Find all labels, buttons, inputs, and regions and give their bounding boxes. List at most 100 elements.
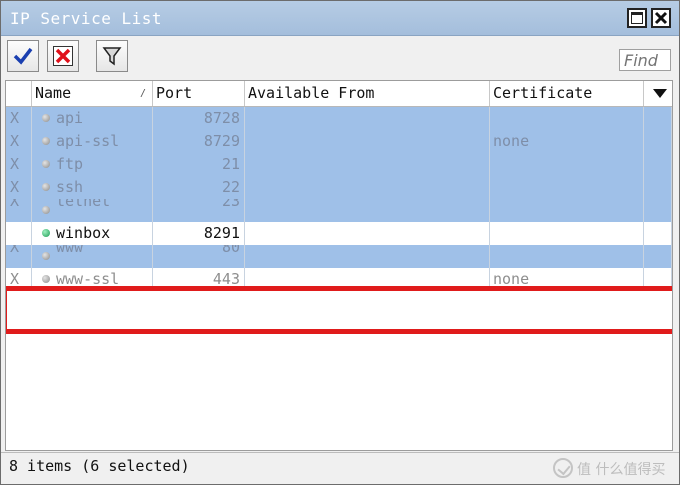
watermark-text: 值 什么值得买 bbox=[577, 462, 666, 478]
cell-filler bbox=[644, 268, 672, 291]
cell-text: api-ssl bbox=[56, 132, 120, 150]
table-row-api[interactable]: Xapi 8728 bbox=[6, 107, 672, 130]
cell-text: X bbox=[10, 109, 20, 127]
cell-text: none bbox=[493, 132, 530, 150]
table-row-www-ssl[interactable]: Xwww-ssl 443 none bbox=[6, 268, 672, 291]
cell-available-from bbox=[245, 268, 490, 291]
filter-button[interactable] bbox=[96, 40, 128, 72]
cell-text: api bbox=[56, 109, 84, 127]
window-title: IP Service List bbox=[10, 9, 162, 28]
column-header-flags[interactable] bbox=[6, 81, 32, 106]
close-icon bbox=[654, 11, 668, 25]
enabled-status-dot-icon bbox=[42, 229, 50, 237]
cell-available-from bbox=[245, 199, 490, 222]
table-header: Name / Port Available From Certificate bbox=[6, 81, 672, 107]
cell-port: 23 bbox=[153, 199, 245, 222]
cell-certificate bbox=[490, 222, 644, 245]
cell-text: 22 bbox=[221, 178, 240, 196]
checkmark-icon bbox=[13, 47, 33, 65]
disabled-status-dot-icon bbox=[42, 206, 50, 214]
cell-text: none bbox=[493, 270, 530, 288]
cell-flag: X bbox=[6, 176, 32, 199]
cell-text: 8728 bbox=[203, 109, 240, 127]
cell-certificate bbox=[490, 176, 644, 199]
close-button[interactable] bbox=[651, 8, 671, 28]
cell-name: api bbox=[32, 107, 153, 130]
red-x-icon bbox=[53, 46, 73, 66]
watermark: 值 什么值得买 bbox=[553, 458, 665, 479]
cell-text: telnet bbox=[56, 199, 111, 210]
cell-text: X bbox=[10, 245, 20, 256]
column-header-certificate[interactable]: Certificate bbox=[490, 81, 644, 106]
cell-text: X bbox=[10, 199, 20, 210]
cell-text: winbox bbox=[56, 224, 111, 242]
cell-flag: X bbox=[6, 268, 32, 291]
cell-text: www-ssl bbox=[56, 270, 120, 288]
cell-text: 21 bbox=[221, 155, 240, 173]
cell-flag: X bbox=[6, 153, 32, 176]
title-bar[interactable]: IP Service List bbox=[1, 1, 679, 36]
cell-text: 80 bbox=[221, 245, 240, 256]
cell-text: ssh bbox=[56, 178, 84, 196]
column-header-name-label: Name bbox=[35, 84, 72, 102]
cell-filler bbox=[644, 107, 672, 130]
cell-name: telnet bbox=[32, 199, 153, 222]
cell-text: X bbox=[10, 178, 20, 196]
filter-funnel-icon bbox=[102, 47, 122, 66]
table-row-winbox[interactable]: winbox 8291 bbox=[6, 222, 672, 245]
cell-certificate: none bbox=[490, 130, 644, 153]
watermark-logo-icon bbox=[553, 458, 573, 478]
column-menu-button[interactable] bbox=[648, 81, 672, 106]
find-input[interactable] bbox=[619, 49, 671, 71]
cell-port: 80 bbox=[153, 245, 245, 268]
disabled-status-dot-icon bbox=[42, 252, 50, 260]
cell-name: www bbox=[32, 245, 153, 268]
table-row-api-ssl[interactable]: Xapi-ssl 8729 none bbox=[6, 130, 672, 153]
disable-button[interactable] bbox=[47, 40, 79, 72]
table-row-ssh[interactable]: Xssh 22 bbox=[6, 176, 672, 199]
cell-filler bbox=[644, 222, 672, 245]
cell-text: 8291 bbox=[203, 224, 240, 242]
cell-filler bbox=[644, 130, 672, 153]
table-row-ftp[interactable]: Xftp 21 bbox=[6, 153, 672, 176]
cell-certificate bbox=[490, 245, 644, 268]
maximize-icon bbox=[631, 12, 643, 24]
cell-flag: X bbox=[6, 245, 32, 268]
cell-name: ssh bbox=[32, 176, 153, 199]
cell-available-from bbox=[245, 107, 490, 130]
cell-text: 443 bbox=[212, 270, 240, 288]
cell-available-from bbox=[245, 176, 490, 199]
column-header-available-from[interactable]: Available From bbox=[245, 81, 490, 106]
toolbar bbox=[1, 36, 679, 78]
cell-port: 8291 bbox=[153, 222, 245, 245]
cell-text: X bbox=[10, 155, 20, 173]
cell-name: ftp bbox=[32, 153, 153, 176]
dropdown-arrow-icon bbox=[653, 89, 667, 98]
column-header-port[interactable]: Port bbox=[153, 81, 245, 106]
cell-available-from bbox=[245, 245, 490, 268]
disabled-status-dot-icon bbox=[42, 114, 50, 122]
cell-port: 8729 bbox=[153, 130, 245, 153]
cell-available-from bbox=[245, 153, 490, 176]
disabled-status-dot-icon bbox=[42, 275, 50, 283]
table-row-www[interactable]: Xwww 80 bbox=[6, 245, 672, 268]
cell-port: 22 bbox=[153, 176, 245, 199]
column-header-name[interactable]: Name / bbox=[32, 81, 153, 106]
maximize-button[interactable] bbox=[627, 8, 647, 28]
cell-certificate: none bbox=[490, 268, 644, 291]
cell-filler bbox=[644, 245, 672, 268]
cell-filler bbox=[644, 153, 672, 176]
cell-certificate bbox=[490, 107, 644, 130]
service-table: Name / Port Available From Certificate X… bbox=[5, 80, 673, 451]
table-row-telnet[interactable]: Xtelnet 23 bbox=[6, 199, 672, 222]
cell-text: ftp bbox=[56, 155, 84, 173]
cell-available-from bbox=[245, 130, 490, 153]
cell-port: 443 bbox=[153, 268, 245, 291]
cell-text: 23 bbox=[221, 199, 240, 210]
enable-button[interactable] bbox=[7, 40, 39, 72]
red-highlight-box bbox=[6, 286, 672, 334]
cell-name: www-ssl bbox=[32, 268, 153, 291]
cell-flag: X bbox=[6, 130, 32, 153]
cell-certificate bbox=[490, 199, 644, 222]
disabled-status-dot-icon bbox=[42, 137, 50, 145]
